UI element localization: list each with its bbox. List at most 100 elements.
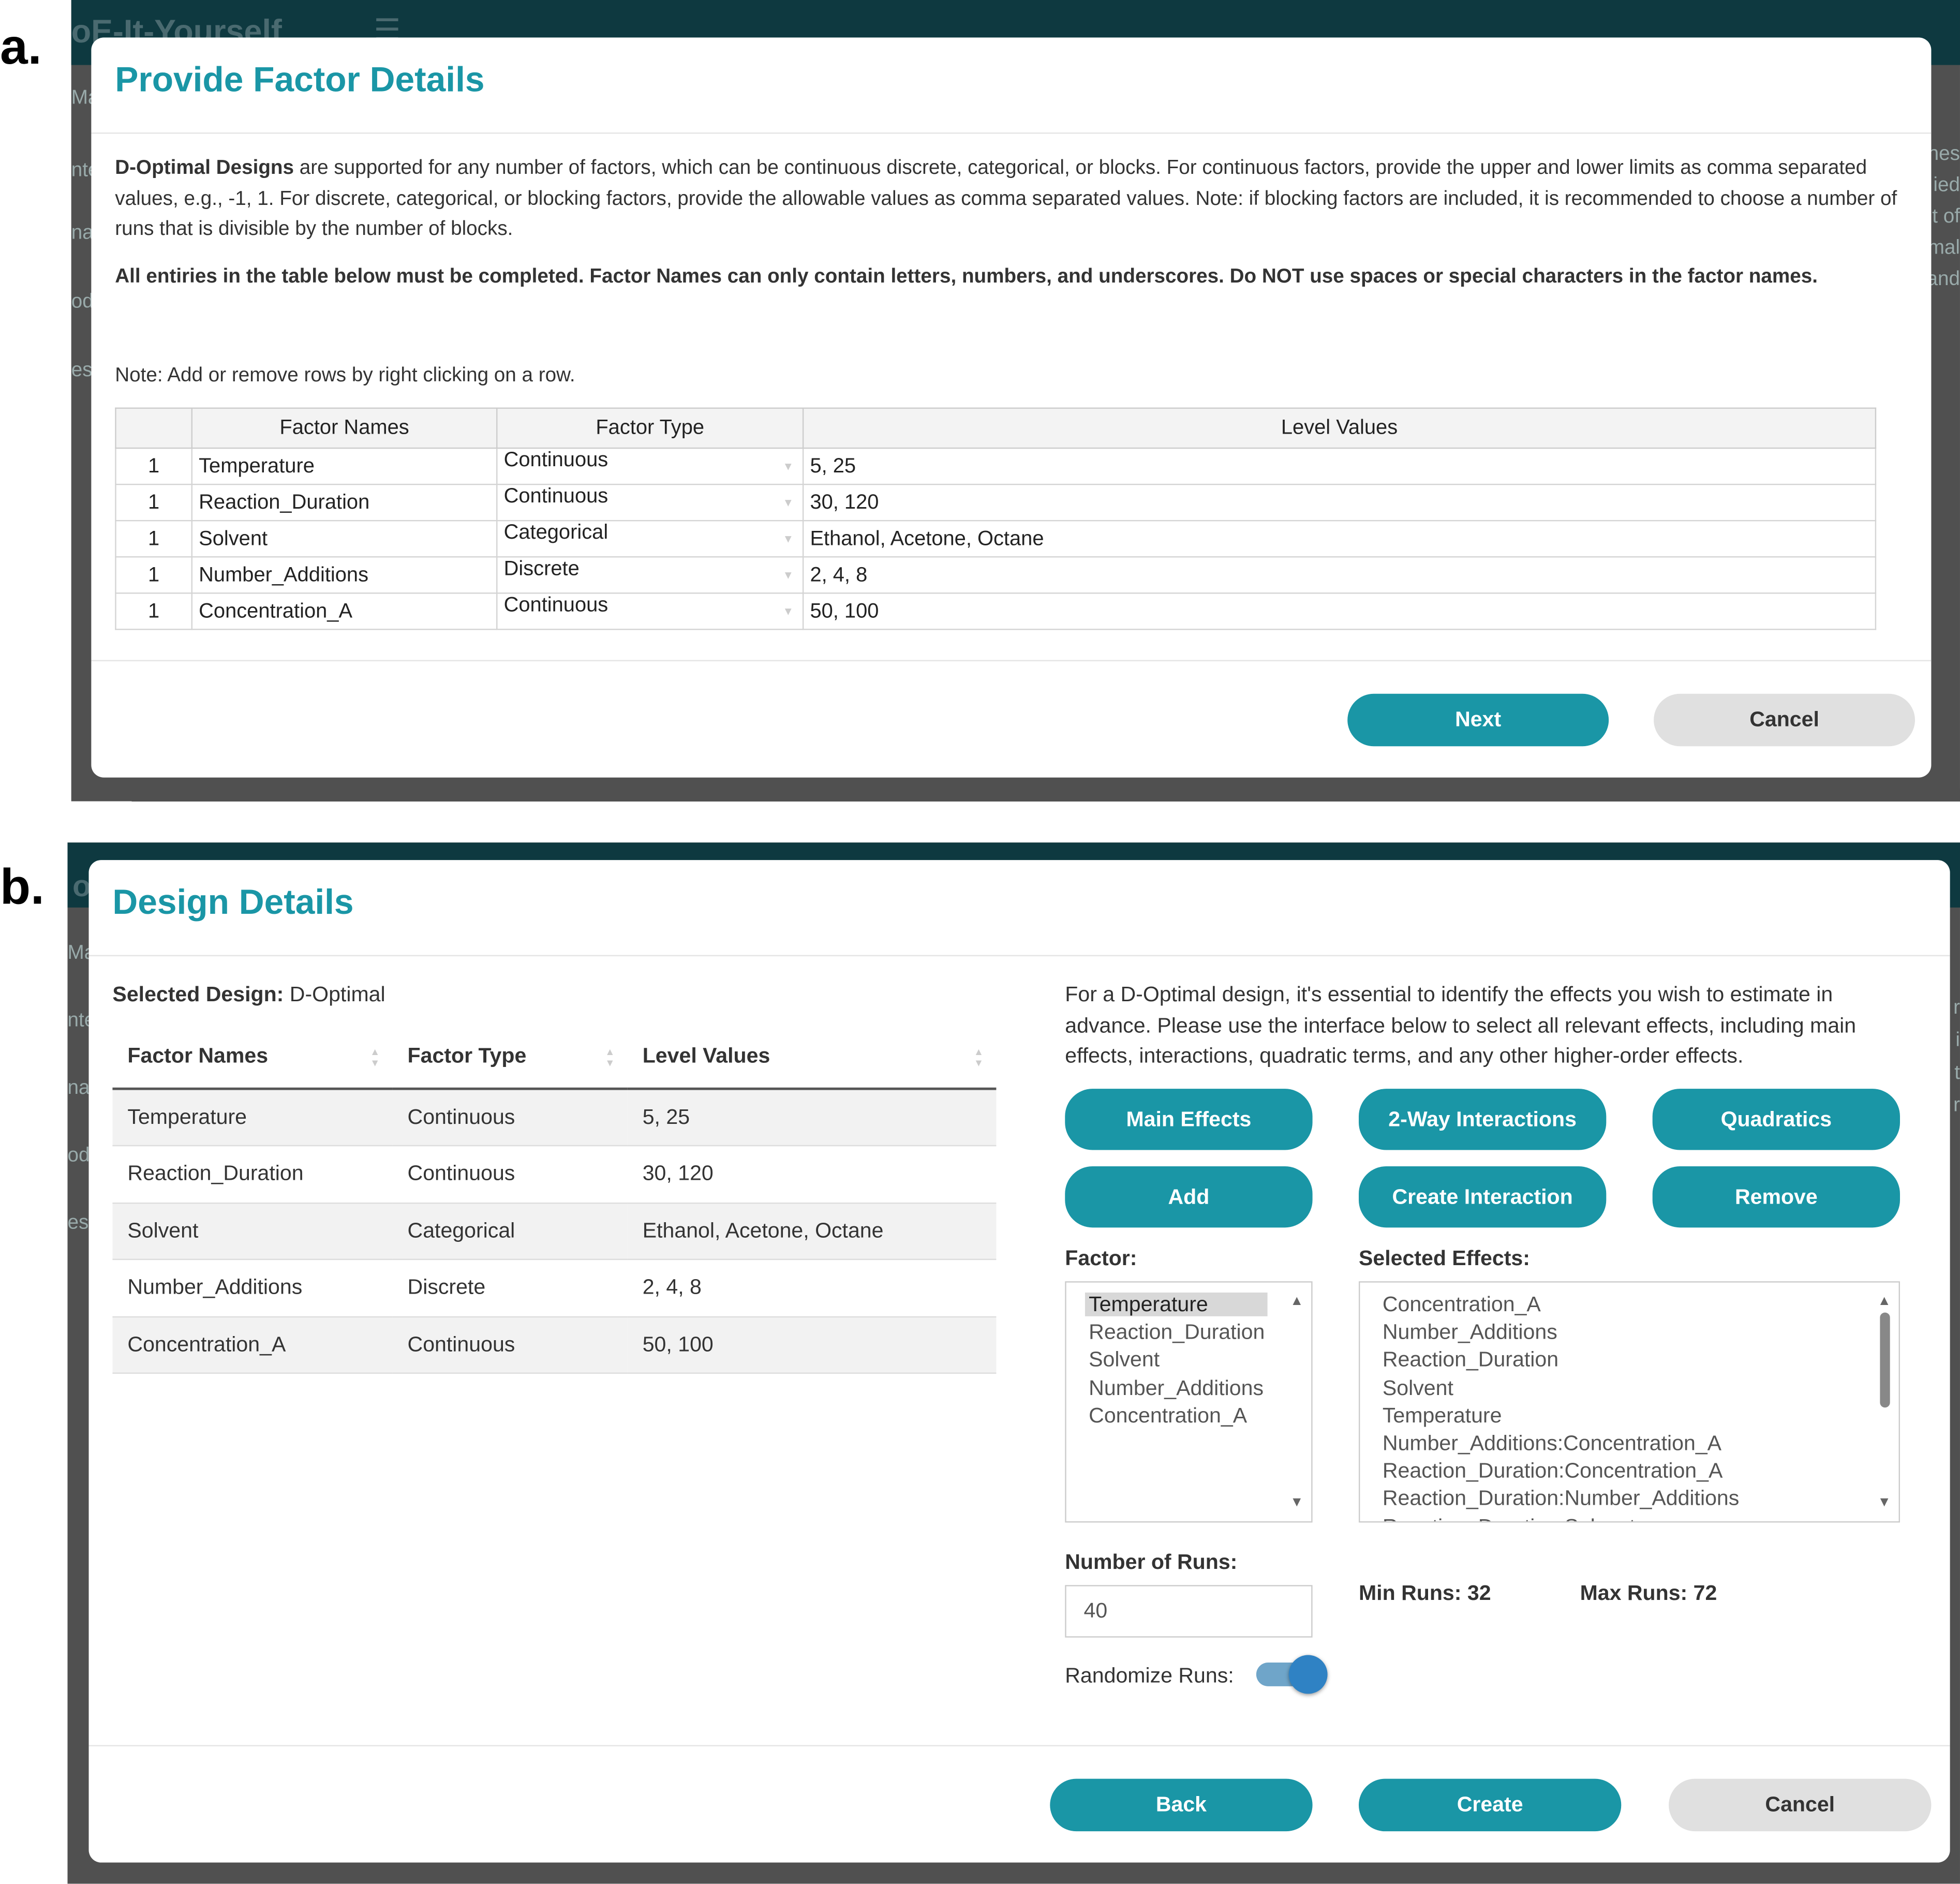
list-item[interactable]: Number_Additions — [1066, 1374, 1311, 1402]
factor-type-value: Continuous — [503, 594, 608, 616]
remove-button[interactable]: Remove — [1652, 1166, 1900, 1228]
bg-frag: nes — [1927, 143, 1960, 165]
factor-type-cell: Continuous — [392, 1316, 628, 1374]
table-row[interactable]: 1 Solvent Categorical ▼ Ethanol, Acetone,… — [115, 520, 1877, 558]
header-label: Level Values — [642, 1043, 770, 1067]
list-item[interactable]: Number_Additions — [1360, 1319, 1898, 1347]
scroll-down-icon[interactable]: ▼ — [1290, 1489, 1303, 1517]
level-values-cell: 2, 4, 8 — [627, 1259, 997, 1317]
table-row[interactable]: Number_Additions Discrete 2, 4, 8 — [112, 1259, 997, 1317]
list-item[interactable]: Reaction_Duration:Concentration_A — [1360, 1458, 1898, 1486]
factor-name-cell[interactable]: Temperature — [191, 447, 498, 485]
factor-type-dropdown[interactable]: Continuous ▼ — [496, 483, 804, 522]
table-row[interactable]: Concentration_A Continuous 50, 100 — [112, 1316, 997, 1374]
table-row[interactable]: 1 Reaction_Duration Continuous ▼ 30, 120 — [115, 483, 1877, 522]
selected-effects-listbox[interactable]: Concentration_A Number_Additions Reactio… — [1358, 1281, 1900, 1523]
table-row[interactable]: 1 Number_Additions Discrete ▼ 2, 4, 8 — [115, 556, 1877, 594]
level-values-cell[interactable]: 5, 25 — [802, 447, 1877, 485]
level-values-cell[interactable]: Ethanol, Acetone, Octane — [802, 520, 1877, 558]
dropdown-arrow-icon[interactable]: ▼ — [782, 521, 794, 556]
scrollbar[interactable]: ▲ ▼ — [1284, 1283, 1311, 1521]
factor-name-cell[interactable]: Concentration_A — [191, 592, 498, 630]
selected-design: Selected Design: D-Optimal — [112, 983, 385, 1007]
level-values-cell[interactable]: 2, 4, 8 — [802, 556, 1877, 594]
factor-name-cell[interactable]: Reaction_Duration — [191, 483, 498, 522]
create-button[interactable]: Create — [1358, 1778, 1622, 1832]
description-text: D-Optimal Designs are supported for any … — [115, 154, 1903, 246]
list-item[interactable]: Solvent — [1066, 1347, 1311, 1375]
back-button[interactable]: Back — [1050, 1778, 1313, 1832]
header-factor-names[interactable]: Factor Names ▲▼ — [112, 1023, 393, 1090]
background-text-right: nes ied t of mal and — [1926, 139, 1960, 295]
level-values-cell[interactable]: 30, 120 — [802, 483, 1877, 522]
bg-frag: r — [1953, 997, 1960, 1019]
factor-type-dropdown[interactable]: Discrete ▼ — [496, 556, 804, 594]
factor-name-cell[interactable]: Solvent — [191, 520, 498, 558]
scroll-down-icon[interactable]: ▼ — [1878, 1489, 1891, 1517]
table-row[interactable]: Solvent Categorical Ethanol, Acetone, Oc… — [112, 1202, 997, 1260]
cancel-button[interactable]: Cancel — [1669, 1778, 1932, 1832]
list-item[interactable]: Concentration_A — [1360, 1292, 1898, 1319]
header-divider — [91, 132, 1932, 134]
sort-icon[interactable]: ▲▼ — [605, 1046, 615, 1069]
cancel-button[interactable]: Cancel — [1654, 693, 1916, 747]
factor-label: Factor: — [1065, 1246, 1137, 1270]
scroll-up-icon[interactable]: ▲ — [1878, 1287, 1891, 1315]
dialog-title: Design Details — [112, 882, 354, 922]
number-of-runs-input[interactable]: 40 — [1065, 1585, 1313, 1638]
warning-text: All entiries in the table below must be … — [115, 266, 1818, 288]
dropdown-arrow-icon[interactable]: ▼ — [782, 485, 794, 520]
scroll-up-icon[interactable]: ▲ — [1290, 1287, 1303, 1315]
factor-type-dropdown[interactable]: Continuous ▼ — [496, 447, 804, 485]
description-body: are supported for any number of factors,… — [115, 157, 1897, 240]
factor-type-dropdown[interactable]: Categorical ▼ — [496, 520, 804, 558]
factor-type-dropdown[interactable]: Continuous ▼ — [496, 592, 804, 630]
list-item[interactable]: Reaction_Duration:Number_Additions — [1360, 1486, 1898, 1514]
list-item[interactable]: Reaction_Duration — [1360, 1347, 1898, 1375]
table-row[interactable]: Reaction_Duration Continuous 30, 120 — [112, 1146, 997, 1204]
list-item[interactable]: Temperature — [1066, 1292, 1311, 1319]
list-item[interactable]: Reaction_Duration:Solvent — [1360, 1514, 1898, 1521]
selected-effects-label: Selected Effects: — [1358, 1246, 1530, 1270]
randomize-runs-toggle[interactable] — [1256, 1655, 1329, 1695]
table-row[interactable]: Temperature Continuous 5, 25 — [112, 1089, 997, 1147]
scrollbar-thumb[interactable] — [1880, 1312, 1890, 1408]
table-row[interactable]: 1 Concentration_A Continuous ▼ 50, 100 — [115, 592, 1877, 630]
design-details-dialog: Design Details Selected Design: D-Optima… — [88, 860, 1950, 1863]
list-item[interactable]: Concentration_A — [1066, 1402, 1311, 1430]
level-values-cell[interactable]: 50, 100 — [802, 592, 1877, 630]
effects-info-text: For a D-Optimal design, it's essential t… — [1065, 982, 1857, 1068]
sort-icon[interactable]: ▲▼ — [974, 1046, 984, 1069]
note-text: Note: Add or remove rows by right clicki… — [115, 365, 575, 387]
quadratics-button[interactable]: Quadratics — [1652, 1089, 1900, 1150]
next-button[interactable]: Next — [1347, 693, 1609, 747]
add-button[interactable]: Add — [1065, 1166, 1313, 1228]
dropdown-arrow-icon[interactable]: ▼ — [782, 449, 794, 484]
factor-name-cell: Number_Additions — [112, 1259, 393, 1317]
list-item[interactable]: Temperature — [1360, 1402, 1898, 1430]
header-factor-type[interactable]: Factor Type ▲▼ — [392, 1023, 628, 1090]
header-level-values: Level Values — [802, 407, 1877, 449]
main-effects-button[interactable]: Main Effects — [1065, 1089, 1313, 1150]
level-values-cell: 50, 100 — [627, 1316, 997, 1374]
create-interaction-button[interactable]: Create Interaction — [1358, 1166, 1607, 1228]
row-number: 1 — [115, 447, 193, 485]
factor-listbox[interactable]: Temperature Reaction_Duration Solvent Nu… — [1065, 1281, 1313, 1523]
list-item[interactable]: Solvent — [1360, 1374, 1898, 1402]
factor-name-cell[interactable]: Number_Additions — [191, 556, 498, 594]
dropdown-arrow-icon[interactable]: ▼ — [782, 594, 794, 629]
bg-frag: t of — [1932, 206, 1960, 228]
bg-frag: ied — [1933, 175, 1960, 197]
table-row[interactable]: 1 Temperature Continuous ▼ 5, 25 — [115, 447, 1877, 485]
dropdown-arrow-icon[interactable]: ▼ — [782, 557, 794, 592]
header-factor-names: Factor Names — [191, 407, 498, 449]
list-item[interactable]: Reaction_Duration — [1066, 1319, 1311, 1347]
factor-type-value: Continuous — [503, 485, 608, 508]
two-way-interactions-button[interactable]: 2-Way Interactions — [1358, 1089, 1607, 1150]
header-level-values[interactable]: Level Values ▲▼ — [627, 1023, 997, 1090]
scrollbar[interactable]: ▲ ▼ — [1871, 1283, 1898, 1521]
bg-frag: and — [1926, 269, 1960, 290]
sort-icon[interactable]: ▲▼ — [370, 1046, 380, 1069]
list-item[interactable]: Number_Additions:Concentration_A — [1360, 1430, 1898, 1458]
selected-design-label: Selected Design: — [112, 982, 284, 1006]
